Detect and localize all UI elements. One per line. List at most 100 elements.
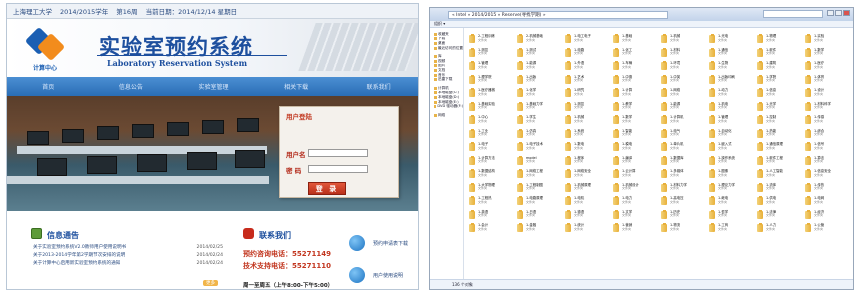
folder-item[interactable]: 1-建筑 文件夹 bbox=[756, 59, 804, 73]
folder-item[interactable]: 1-数据结构 文件夹 bbox=[468, 167, 516, 181]
folder-item[interactable]: 1-研究 文件夹 bbox=[564, 86, 612, 100]
folder-item[interactable]: 1-测控 文件夹 bbox=[468, 46, 516, 60]
folder-item[interactable]: 1-数据库 文件夹 bbox=[660, 154, 708, 168]
login-button[interactable]: 登 录 bbox=[308, 182, 346, 195]
folder-item[interactable]: 1-学院 文件夹 bbox=[756, 73, 804, 87]
folder-item[interactable]: 1-医疗器械 文件夹 bbox=[468, 86, 516, 100]
folder-item[interactable]: 1-传感 文件夹 bbox=[804, 113, 852, 127]
folder-item[interactable]: 1-学生 文件夹 bbox=[516, 113, 564, 127]
folder-item[interactable]: 1-人工智能 文件夹 bbox=[756, 167, 804, 181]
folder-item[interactable]: 1-测试 文件夹 bbox=[516, 46, 564, 60]
folder-item[interactable]: 1-工商 文件夹 bbox=[708, 221, 756, 235]
folder-item[interactable]: 1-信息安全 文件夹 bbox=[804, 167, 852, 181]
folder-item[interactable]: 1-图像 文件夹 bbox=[708, 167, 756, 181]
folder-item[interactable]: 1-材料 文件夹 bbox=[660, 46, 708, 60]
folder-item[interactable]: 1-电网 文件夹 bbox=[804, 194, 852, 208]
folder-item[interactable]: 1-信息 文件夹 bbox=[756, 86, 804, 100]
folder-item[interactable]: 1-机电 文件夹 bbox=[708, 100, 756, 114]
folder-item[interactable]: 1-信号 文件夹 bbox=[804, 140, 852, 154]
folder-item[interactable]: 1-数电 文件夹 bbox=[564, 140, 612, 154]
folder-item[interactable]: 1-教学 文件夹 bbox=[612, 100, 660, 114]
nav-downloads[interactable]: 相关下载 bbox=[255, 77, 338, 96]
folder-item[interactable]: 1-流体 文件夹 bbox=[756, 181, 804, 195]
folder-item[interactable]: 1-光学 文件夹 bbox=[756, 100, 804, 114]
folder-item[interactable]: 1-传热 文件夹 bbox=[804, 181, 852, 195]
folder-item[interactable]: 1-基础 文件夹 bbox=[612, 32, 660, 46]
folder-item[interactable]: 1-自动化 文件夹 bbox=[708, 127, 756, 141]
folder-item[interactable]: 1-智能 文件夹 bbox=[612, 127, 660, 141]
center-logo[interactable]: 计算中心 bbox=[24, 26, 67, 73]
folder-item[interactable]: 1-光电 文件夹 bbox=[708, 32, 756, 46]
folder-item[interactable]: 1-电子 文件夹 bbox=[468, 140, 516, 154]
maximize-icon[interactable] bbox=[835, 10, 842, 16]
folder-item[interactable]: model 文件夹 bbox=[516, 154, 564, 168]
folder-item[interactable]: 1-材料科学 文件夹 bbox=[804, 100, 852, 114]
folder-item[interactable]: 1-热能 文件夹 bbox=[756, 127, 804, 141]
folder-item[interactable]: 1-计算方法 文件夹 bbox=[468, 154, 516, 168]
folder-item[interactable]: 1-通信 文件夹 bbox=[708, 46, 756, 60]
folder-item[interactable]: 1-艺术 文件夹 bbox=[564, 73, 612, 87]
folder-item[interactable]: 1-理论力学 文件夹 bbox=[708, 181, 756, 195]
folder-item[interactable]: 1-系统 文件夹 bbox=[564, 127, 612, 141]
folder-item[interactable]: 1-设计 文件夹 bbox=[804, 86, 852, 100]
folder-item[interactable]: 1-继电 文件夹 bbox=[708, 194, 756, 208]
folder-item[interactable]: 1-实验 文件夹 bbox=[804, 32, 852, 46]
form-download-link[interactable]: 预约申请表下载 bbox=[373, 240, 408, 247]
folder-item[interactable]: 1-物流 文件夹 bbox=[660, 221, 708, 235]
folder-item[interactable]: 1-金融 文件夹 bbox=[516, 221, 564, 235]
nav-item[interactable]: 网络 bbox=[430, 113, 463, 118]
folder-item[interactable]: 1-软件 文件夹 bbox=[756, 46, 804, 60]
folder-item[interactable]: 1-多媒体 文件夹 bbox=[660, 167, 708, 181]
folder-item[interactable]: 1-机械设计 文件夹 bbox=[612, 181, 660, 195]
help-icon[interactable] bbox=[349, 267, 365, 283]
folder-item[interactable]: 1-电工电子 文件夹 bbox=[564, 32, 612, 46]
folder-item[interactable]: 1-高电压 文件夹 bbox=[660, 194, 708, 208]
nav-home[interactable]: 首页 bbox=[7, 77, 90, 96]
folder-item[interactable]: 1-工程制图 文件夹 bbox=[516, 181, 564, 195]
folder-item[interactable]: 1-英语 文件夹 bbox=[468, 208, 516, 222]
folder-item[interactable]: 1-法律 文件夹 bbox=[756, 208, 804, 222]
folder-item[interactable]: 1-基础力学 文件夹 bbox=[516, 100, 564, 114]
notice-item[interactable]: 关于2013-2014学年第2学期节次安排的说明 2014/02/24 bbox=[33, 251, 223, 259]
folder-item[interactable]: 1-动力 文件夹 bbox=[708, 86, 756, 100]
folder-item[interactable]: 1-理学院 文件夹 bbox=[468, 73, 516, 87]
folder-item[interactable]: 1-车辆 文件夹 bbox=[612, 59, 660, 73]
more-button[interactable]: 更多 bbox=[203, 280, 218, 286]
folder-item[interactable]: 1-会计 文件夹 bbox=[468, 221, 516, 235]
address-bar[interactable]: « Intel » 2014/2015 » Reserve(寻找学期) » bbox=[448, 10, 668, 19]
folder-item[interactable]: 1-供电 文件夹 bbox=[756, 194, 804, 208]
folder-item[interactable]: 1-体育 文件夹 bbox=[804, 73, 852, 87]
notice-item[interactable]: 关于实验室预约系统V2.0教师用户使用说明书 2014/02/25 bbox=[33, 243, 223, 251]
folder-item[interactable]: 1-能源 文件夹 bbox=[516, 59, 564, 73]
folder-item[interactable]: 1-仿真 文件夹 bbox=[516, 127, 564, 141]
notice-item[interactable]: 关于计算中心启用新实验室预约系统的通知 2014/02/24 bbox=[33, 259, 223, 267]
search-input[interactable] bbox=[763, 10, 823, 18]
nav-announcements[interactable]: 信息公告 bbox=[90, 77, 173, 96]
folder-item[interactable]: 1-能源 文件夹 bbox=[660, 100, 708, 114]
folder-item[interactable]: 1-算法 文件夹 bbox=[804, 154, 852, 168]
folder-item[interactable]: 1-工业 文件夹 bbox=[468, 127, 516, 141]
folder-item[interactable]: 1-公管 文件夹 bbox=[804, 221, 852, 235]
folder-item[interactable]: 1-软件工程 文件夹 bbox=[756, 154, 804, 168]
user-manual-link[interactable]: 用户使用说明 bbox=[373, 272, 403, 279]
folder-item[interactable]: 1-机械 文件夹 bbox=[564, 113, 612, 127]
folder-item[interactable]: 1-出版 文件夹 bbox=[516, 73, 564, 87]
folder-item[interactable]: 1-电路 文件夹 bbox=[564, 46, 612, 60]
folder-item[interactable]: 1-网络工程 文件夹 bbox=[516, 167, 564, 181]
folder-item[interactable]: 1-历史 文件夹 bbox=[660, 208, 708, 222]
minimize-icon[interactable] bbox=[827, 10, 834, 16]
folder-item[interactable]: 2-机械基础 文件夹 bbox=[516, 32, 564, 46]
folder-item[interactable]: 1-操作系统 文件夹 bbox=[708, 154, 756, 168]
folder-item[interactable]: 1-机械 文件夹 bbox=[660, 32, 708, 46]
folder-item[interactable]: 1-人力 文件夹 bbox=[756, 221, 804, 235]
folder-item[interactable]: 1-数学 文件夹 bbox=[612, 113, 660, 127]
folder-item[interactable]: 1-物理 文件夹 bbox=[756, 32, 804, 46]
folder-item[interactable]: 1-嵌入式 文件夹 bbox=[708, 140, 756, 154]
folder-item[interactable]: 1-测控 文件夹 bbox=[564, 100, 612, 114]
folder-item[interactable]: 1-营销 文件夹 bbox=[612, 221, 660, 235]
nav-lab-management[interactable]: 实验室管理 bbox=[172, 77, 255, 96]
folder-item[interactable]: 1-中心 文件夹 bbox=[468, 113, 516, 127]
folder-item[interactable]: 1-综合 文件夹 bbox=[804, 127, 852, 141]
folder-item[interactable]: 1-程序 文件夹 bbox=[564, 154, 612, 168]
folder-item[interactable]: 1-计算 文件夹 bbox=[612, 86, 660, 100]
